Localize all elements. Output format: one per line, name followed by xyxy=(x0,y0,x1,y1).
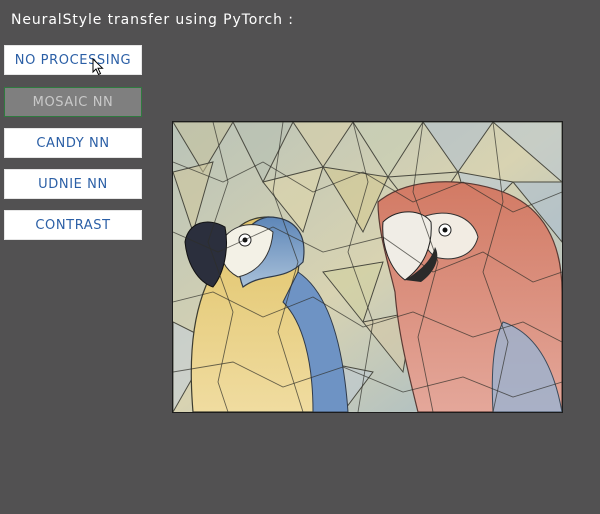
mouse-cursor-icon xyxy=(92,58,104,76)
app-title: NeuralStyle transfer using PyTorch : xyxy=(11,12,294,28)
no-processing-button[interactable]: NO PROCESSING xyxy=(4,45,142,75)
stylized-output-image xyxy=(172,121,563,413)
candy-nn-button[interactable]: CANDY NN xyxy=(4,128,142,158)
mosaic-nn-button[interactable]: MOSAIC NN xyxy=(4,87,142,117)
contrast-button[interactable]: CONTRAST xyxy=(4,210,142,240)
mosaic-parrots-image xyxy=(173,122,562,412)
udnie-nn-button[interactable]: UDNIE NN xyxy=(4,169,142,199)
